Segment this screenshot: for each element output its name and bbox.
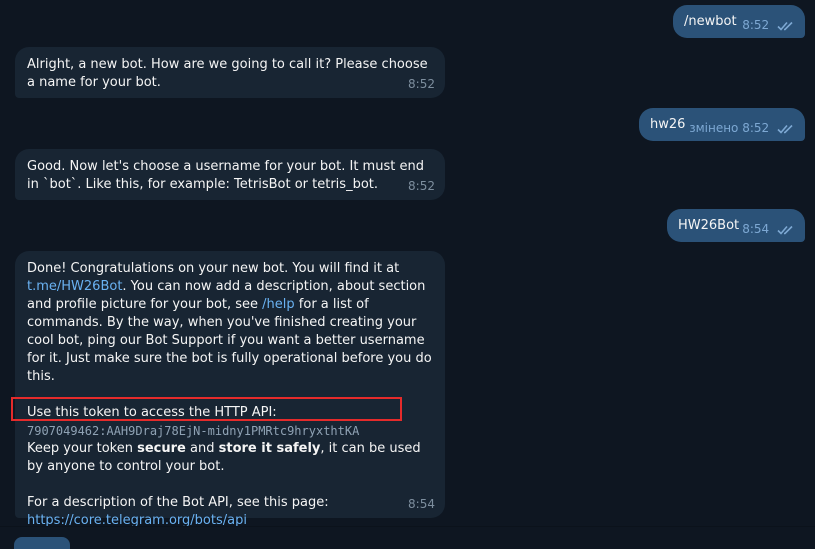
chat-history: /newbot 8:52 Alright, a new bot. How are… [0, 0, 815, 549]
secure-bold: secure [137, 441, 186, 456]
keep-token-text: Keep your token [27, 441, 133, 456]
token-highlight-box [11, 397, 402, 421]
message-meta: змінено 8:52 [689, 119, 795, 137]
outgoing-message[interactable]: HW26Bot 8:54 [667, 209, 805, 242]
double-check-icon [777, 225, 793, 235]
message-time: 8:52 [408, 179, 435, 193]
bottom-button[interactable] [14, 537, 70, 549]
outgoing-message[interactable]: hw26 змінено 8:52 [639, 108, 805, 141]
message-meta: 8:54 [742, 220, 795, 238]
message-meta: 8:52 [742, 16, 795, 34]
double-check-icon [777, 124, 793, 134]
outgoing-message[interactable]: /newbot 8:52 [673, 5, 805, 38]
bottom-bar [0, 526, 815, 549]
message-text: /newbot [684, 14, 737, 29]
message-time: 8:54 [742, 222, 770, 236]
message-time: 8:54 [408, 497, 435, 511]
api-description-text: For a description of the Bot API, see th… [27, 495, 329, 510]
message-paragraph-congrats: Done! Congratulations on your new bot. Y… [27, 260, 433, 386]
help-command-link[interactable]: /help [262, 297, 294, 312]
and-text: and [190, 441, 215, 456]
incoming-message[interactable]: Good. Now let's choose a username for yo… [15, 149, 445, 200]
message-text: HW26Bot [678, 218, 740, 233]
bot-link[interactable]: t.me/HW26Bot [27, 279, 122, 294]
incoming-message-bot-created[interactable]: Done! Congratulations on your new bot. Y… [15, 251, 445, 528]
message-time: 8:52 [408, 77, 435, 91]
message-text: hw26 [650, 117, 686, 132]
double-check-icon [777, 21, 793, 31]
store-safely-bold: store it safely [218, 441, 321, 456]
incoming-message[interactable]: Alright, a new bot. How are we going to … [15, 47, 445, 98]
message-text: Good. Now let's choose a username for yo… [27, 159, 424, 192]
message-paragraph-keep-token: Keep your token secure and store it safe… [27, 440, 433, 476]
edited-label: змінено [689, 121, 739, 135]
message-time: 8:52 [742, 18, 770, 32]
message-time: 8:52 [742, 121, 770, 135]
bot-token[interactable]: 7907049462:AAH9Draj78EjN-midny1PMRtc9hry… [27, 422, 433, 440]
message-text: Alright, a new bot. How are we going to … [27, 57, 428, 90]
congrats-text: Done! Congratulations on your new bot. Y… [27, 261, 400, 276]
